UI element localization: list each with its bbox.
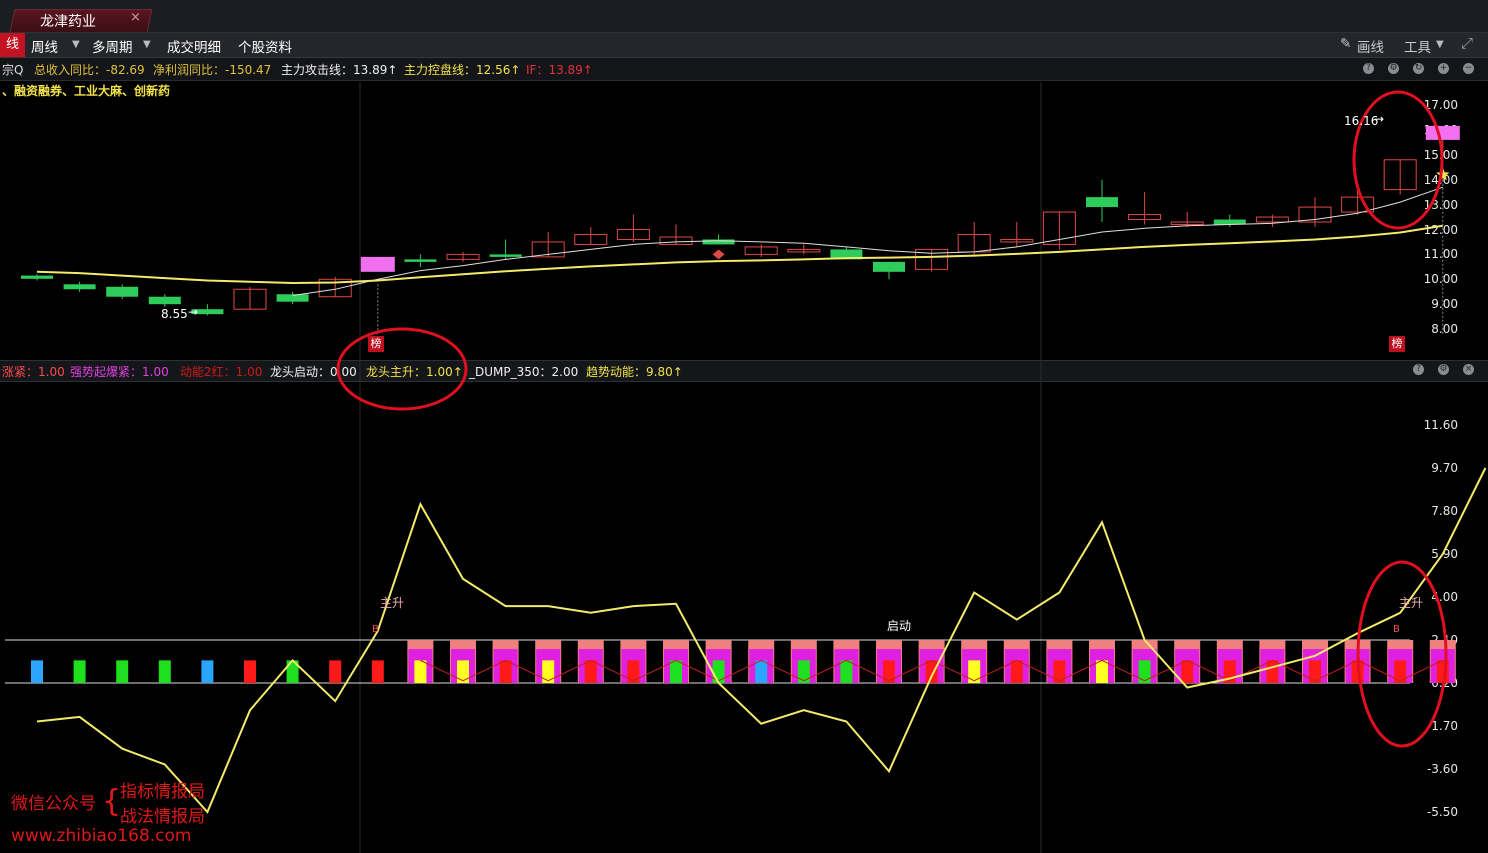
indicator-bar — [542, 660, 555, 683]
watermark-brace: { — [102, 784, 122, 819]
indicator-bar — [1266, 660, 1279, 683]
candle-body — [873, 261, 905, 272]
indicator-bar — [499, 660, 512, 683]
rank-badge-1[interactable]: 榜 — [368, 336, 384, 352]
indicator-bar — [712, 660, 725, 683]
indicator-bar — [968, 660, 981, 683]
indicator-bar — [1010, 660, 1023, 683]
watermark-line2: 战法情报局 — [120, 807, 205, 827]
rank-badge-2[interactable]: 榜 — [1389, 336, 1405, 352]
candle-body — [148, 296, 181, 305]
indicator-bar — [116, 660, 129, 683]
indicator-bar — [1096, 660, 1108, 683]
candle-body — [106, 286, 139, 297]
chart-canvas — [5, 82, 1487, 853]
arrow-right-icon: → — [188, 305, 199, 319]
indicator-bar — [371, 660, 384, 683]
indicator-bar — [329, 660, 342, 683]
candle-body — [404, 259, 437, 262]
candle-body — [360, 256, 395, 272]
indicator-bar — [73, 660, 86, 683]
main-rise-label-1: 主升 — [380, 596, 405, 610]
indicator-bar — [1181, 660, 1194, 683]
indicator-bar — [584, 660, 597, 683]
indicator-bar — [1053, 660, 1066, 683]
indicator-bar — [201, 660, 214, 683]
watermark-url: www.zhibiao168.com — [11, 826, 192, 846]
indicator-bar — [244, 660, 256, 683]
arrow-right-icon: → — [1374, 112, 1385, 126]
main-rise-label-2: 主升 — [1399, 596, 1424, 610]
start-label: 启动 — [887, 619, 912, 633]
indicator-bar — [883, 660, 895, 683]
indicator-bar — [670, 660, 682, 683]
indicator-bar — [840, 660, 853, 683]
low-price-label: 8.55 — [161, 307, 188, 321]
indicator-bar — [797, 660, 810, 683]
indicator-bar — [1138, 660, 1151, 683]
candle-body — [489, 254, 522, 257]
indicator-bar — [31, 660, 43, 683]
candle-body — [1086, 197, 1118, 208]
indicator-bar — [755, 660, 768, 683]
indicator-bar — [414, 660, 427, 683]
indicator-bar — [457, 660, 469, 683]
candle-body — [21, 275, 53, 279]
candle-body — [63, 284, 96, 290]
indicator-bar — [925, 660, 938, 683]
ma-yellow-line — [36, 224, 1443, 285]
indicator-bar — [1309, 660, 1321, 683]
indicator-bar — [1394, 660, 1407, 683]
watermark-wechat: 微信公众号 — [11, 794, 96, 814]
candle-body — [1425, 125, 1460, 140]
diamond-marker — [712, 249, 725, 260]
indicator-bar — [627, 660, 640, 683]
watermark-line1: 指标情报局 — [120, 782, 205, 802]
b-marker-2: B — [1393, 624, 1400, 635]
indicator-bar — [158, 660, 171, 683]
annotation-circle — [336, 327, 468, 411]
b-marker-1: B — [372, 624, 379, 635]
